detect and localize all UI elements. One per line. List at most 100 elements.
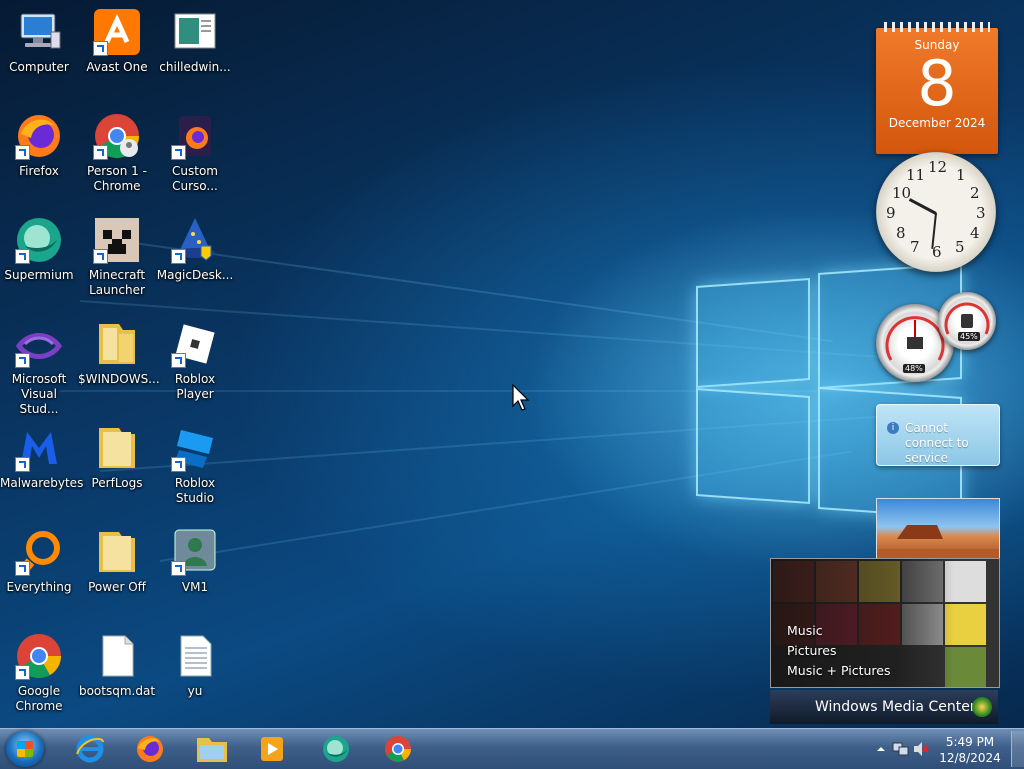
desktop-icon-visual-studio[interactable]: Microsoft Visual Stud... (0, 320, 78, 417)
notification-area: 5:49 PM 12/8/2024 (864, 729, 1024, 769)
menu-item-music[interactable]: Music (787, 621, 891, 641)
media-center-title-bar[interactable]: Windows Media Center (770, 690, 998, 724)
taskbar-supermium[interactable] (314, 733, 358, 765)
calendar-spiral (884, 22, 990, 32)
desktop-icon-malwarebytes[interactable]: Malwarebytes (0, 424, 84, 491)
shortcut-arrow-icon (15, 561, 30, 576)
desktop-icon-chilledwin[interactable]: chilledwin... (156, 8, 234, 75)
slideshow-gadget[interactable] (876, 498, 1000, 562)
shortcut-arrow-icon (15, 249, 30, 264)
taskbar-internet-explorer[interactable] (68, 733, 112, 765)
everything-search-icon (15, 528, 63, 576)
taskbar-firefox[interactable] (128, 733, 172, 765)
firefox-icon (137, 736, 163, 762)
shortcut-arrow-icon (171, 457, 186, 472)
icon-label: VM1 (181, 580, 209, 594)
clock-numeral: 12 (928, 158, 948, 176)
memory-meter-gadget[interactable]: 45% (938, 292, 996, 350)
minecraft-icon (93, 216, 141, 264)
folder-icon (197, 738, 227, 762)
desktop-icon-custom-cursor[interactable]: Custom Curso... (156, 112, 234, 194)
file-icon (93, 632, 141, 680)
volume-muted-icon[interactable] (912, 741, 930, 757)
desktop-icon-minecraft-launcher[interactable]: Minecraft Launcher (78, 216, 156, 298)
icon-label: chilledwin... (159, 60, 231, 74)
desktop-icon-google-chrome[interactable]: Google Chrome (0, 632, 78, 714)
error-message: Cannot connect to service (905, 421, 969, 465)
feed-gadget-error[interactable]: i Cannot connect to service (876, 404, 1000, 466)
calendar-month-year: December 2024 (888, 116, 986, 130)
taskbar: 5:49 PM 12/8/2024 (0, 728, 1024, 769)
icon-label: Custom Curso... (172, 164, 218, 193)
clock-gadget[interactable]: 12 1 2 3 4 5 6 7 8 9 10 11 (876, 152, 996, 272)
show-desktop-button[interactable] (1011, 731, 1024, 767)
desktop-icon-computer[interactable]: Computer (0, 8, 78, 75)
icon-label: Supermium (4, 268, 74, 282)
wizard-hat-icon (171, 216, 219, 264)
calendar-gadget[interactable]: Sunday 8 December 2024 (876, 22, 998, 154)
icon-label: MagicDesk... (156, 268, 234, 282)
desktop-icon-bootsqm[interactable]: bootsqm.dat (78, 632, 156, 699)
shortcut-arrow-icon (171, 249, 186, 264)
taskbar-windows-explorer[interactable] (190, 733, 234, 765)
taskbar-google-chrome[interactable] (376, 733, 420, 765)
mouse-pointer-icon (512, 384, 530, 411)
firefox-icon (15, 112, 63, 160)
supermium-icon (323, 736, 349, 762)
desktop-icon-perflogs[interactable]: PerfLogs (78, 424, 156, 491)
chrome-icon (15, 632, 63, 680)
icon-label: Computer (9, 60, 69, 74)
desktop-icon-supermium[interactable]: Supermium (0, 216, 78, 283)
show-hidden-icons-icon[interactable] (876, 744, 886, 754)
clock-numeral: 4 (970, 224, 980, 242)
malwarebytes-icon (15, 424, 63, 472)
supermium-icon (15, 216, 63, 264)
computer-icon (15, 8, 63, 56)
media-center-menu: Music Pictures Music + Pictures (787, 621, 891, 681)
taskbar-media-player[interactable] (250, 733, 294, 765)
icon-label: Minecraft Launcher (88, 268, 146, 297)
desktop-icon-person1-chrome[interactable]: Person 1 - Chrome (78, 112, 156, 194)
desktop-icon-windows-folder[interactable]: $WINDOWS... (78, 320, 160, 387)
clock-hour-hand (908, 198, 937, 215)
avast-icon (93, 8, 141, 56)
desktop-icon-roblox-player[interactable]: Roblox Player (156, 320, 234, 402)
roblox-studio-icon (171, 424, 219, 472)
shortcut-arrow-icon (93, 249, 108, 264)
desktop-icon-magicdesk[interactable]: MagicDesk... (156, 216, 234, 283)
network-icon[interactable] (892, 741, 910, 757)
clock-numeral: 7 (910, 238, 920, 256)
start-button[interactable] (6, 731, 44, 767)
taskbar-date: 12/8/2024 (939, 751, 1001, 765)
icon-label: Malwarebytes (0, 476, 84, 490)
chrome-profile-icon (93, 112, 141, 160)
shortcut-arrow-icon (15, 665, 30, 680)
menu-item-music-pictures[interactable]: Music + Pictures (787, 661, 891, 681)
media-center-gadget[interactable]: Music Pictures Music + Pictures (770, 558, 1000, 688)
info-icon: i (887, 422, 899, 434)
desktop-icon-vm1[interactable]: VM1 (156, 528, 234, 595)
cpu-percent: 48% (903, 364, 925, 373)
desktop-icon-avast-one[interactable]: Avast One (78, 8, 156, 75)
clock-numeral: 11 (906, 166, 926, 184)
desktop-icon-firefox[interactable]: Firefox (0, 112, 78, 179)
desktop-icon-yu[interactable]: yu (156, 632, 234, 699)
visual-studio-icon (15, 320, 63, 368)
icon-label: $WINDOWS... (78, 372, 160, 386)
icon-label: Google Chrome (15, 684, 63, 713)
virtual-machine-icon (171, 528, 219, 576)
chrome-icon (385, 736, 411, 762)
menu-item-pictures[interactable]: Pictures (787, 641, 891, 661)
image-file-icon (171, 8, 219, 56)
text-file-icon (171, 632, 219, 680)
clock-numeral: 5 (955, 238, 965, 256)
icon-label: yu (187, 684, 203, 698)
icon-label: Firefox (19, 164, 59, 178)
desktop-icon-roblox-studio[interactable]: Roblox Studio (156, 424, 234, 506)
desktop-icon-everything[interactable]: Everything (0, 528, 78, 595)
clock-numeral: 2 (970, 184, 980, 202)
desktop-icon-power-off[interactable]: Power Off (78, 528, 156, 595)
icon-label: Roblox Studio (174, 476, 216, 505)
taskbar-clock[interactable]: 5:49 PM 12/8/2024 (938, 734, 1002, 766)
shortcut-arrow-icon (15, 353, 30, 368)
